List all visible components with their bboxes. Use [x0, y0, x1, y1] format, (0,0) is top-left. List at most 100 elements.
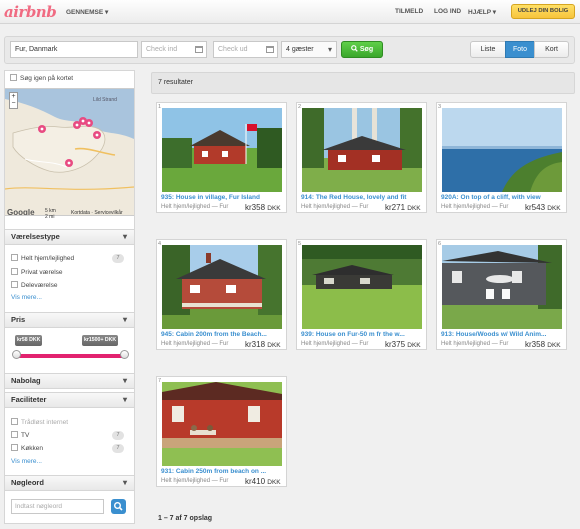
amenities-header[interactable]: Faciliteter	[5, 392, 134, 408]
results-map[interactable]: Lild Strand Google	[5, 88, 134, 216]
keywords-header[interactable]: Nøgleord	[5, 475, 134, 491]
listing-price: kr318 DKK	[245, 340, 281, 349]
location-input[interactable]: Fur, Danmark	[10, 41, 138, 58]
login-link[interactable]: LOG IND	[434, 8, 461, 15]
keyword-input[interactable]: Indtast nøgleord	[11, 499, 104, 514]
keyword-search-button[interactable]	[111, 499, 126, 514]
listing-card[interactable]: 1 935: House in village, Fur Island Helt…	[156, 102, 287, 213]
listing-title[interactable]: 935: House in village, Fur Island	[161, 194, 284, 201]
host-button[interactable]: UDLEJ DIN BOLIG	[511, 4, 575, 19]
amenity-checkbox[interactable]	[11, 431, 18, 438]
room-type-more-link[interactable]: Vis mere...	[11, 294, 42, 301]
listing-title[interactable]: 913: House/Woods w/ Wild Anim...	[441, 331, 564, 338]
search-button[interactable]: Søg	[341, 41, 383, 58]
map-scale-mi: 2 mi	[45, 214, 55, 220]
amenity-count: 7	[112, 431, 124, 440]
room-type-label: Helt hjem/lejlighed	[21, 255, 75, 262]
room-type-checkbox[interactable]	[11, 254, 18, 261]
listing-photo[interactable]	[162, 108, 282, 192]
room-type-count: 7	[112, 254, 124, 263]
listing-card[interactable]: 3 920A: On top of a cliff, with view Hel…	[436, 102, 567, 213]
map-search-label: Søg igen på kortet	[20, 75, 74, 82]
listing-price-value: kr543	[525, 203, 546, 212]
amenity-label: TV	[21, 432, 30, 439]
map-google-logo: Google	[7, 208, 35, 216]
amenity-count: 7	[112, 444, 124, 453]
listing-number: 5	[298, 241, 302, 247]
amenity-option: Trådløst internet	[11, 418, 68, 426]
listing-currency: DKK	[547, 205, 561, 212]
listing-title[interactable]: 931: Cabin 250m from beach on ...	[161, 468, 284, 475]
listing-currency: DKK	[407, 205, 421, 212]
price-max-handle[interactable]	[120, 350, 129, 359]
help-menu[interactable]: HJÆLP ▾	[468, 8, 496, 16]
room-type-label: Deleværelse	[21, 282, 58, 289]
map-pin-icon[interactable]	[93, 131, 101, 139]
pagination-summary: 1 – 7 af 7 opslag	[158, 515, 213, 522]
price-header[interactable]: Pris	[5, 312, 134, 328]
amenity-option[interactable]: Køkken	[11, 444, 43, 452]
listing-title[interactable]: 939: House on Fur-50 m fr the w...	[301, 331, 424, 338]
amenities-more-link[interactable]: Vis mere...	[11, 458, 42, 465]
listing-currency: DKK	[267, 342, 281, 349]
listing-photo[interactable]	[302, 245, 422, 329]
map-pin-icon[interactable]	[65, 159, 73, 167]
map-search-toggle[interactable]: Søg igen på kortet	[10, 74, 73, 82]
listing-title[interactable]: 914: The Red House, lovely and fit	[301, 194, 424, 201]
listing-card[interactable]: 7 931: Cabin 250m from beach on ... Helt…	[156, 376, 287, 487]
price-min-handle[interactable]	[12, 350, 21, 359]
room-type-option[interactable]: Privat værelse	[11, 268, 63, 276]
price-min-label: kr58 DKK	[15, 335, 43, 346]
map-pin-icon[interactable]	[38, 125, 46, 133]
listing-photo[interactable]	[162, 382, 282, 466]
listing-price: kr410 DKK	[245, 477, 281, 486]
listing-currency: DKK	[547, 342, 561, 349]
browse-menu[interactable]: GENNEMSE ▾	[66, 8, 108, 16]
amenity-checkbox[interactable]	[11, 444, 18, 451]
airbnb-logo[interactable]: airbnb	[4, 3, 57, 21]
listing-photo[interactable]	[162, 245, 282, 329]
listing-title[interactable]: 945: Cabin 200m from the Beach...	[161, 331, 284, 338]
room-type-option[interactable]: Helt hjem/lejlighed	[11, 254, 74, 262]
listing-price: kr375 DKK	[385, 340, 421, 349]
top-nav: airbnb GENNEMSE ▾ TILMELD LOG IND HJÆLP …	[0, 0, 580, 24]
listing-card[interactable]: 5 939: House on Fur-50 m fr the w... Hel…	[296, 239, 427, 350]
listing-photo[interactable]	[442, 245, 562, 329]
view-photo-button[interactable]: Foto	[505, 41, 535, 58]
room-type-checkbox[interactable]	[11, 281, 18, 288]
guests-select[interactable]: 4 gæster	[281, 41, 337, 58]
listing-card[interactable]: 4 945: Cabin 200m from the Beach... Helt…	[156, 239, 287, 350]
listing-number: 7	[158, 378, 162, 384]
map-terms-links[interactable]: Kortdata · Servicevilkår	[71, 210, 123, 216]
neighborhood-header[interactable]: Nabolag	[5, 373, 134, 389]
listing-price-value: kr358	[245, 203, 266, 212]
checkout-input[interactable]: Check ud	[213, 41, 278, 58]
map-zoom-control[interactable]: + −	[9, 92, 18, 109]
listing-type: Helt hjem/lejlighed — Fur	[161, 341, 229, 347]
map-pin-icon[interactable]	[85, 119, 93, 127]
listing-type: Helt hjem/lejlighed — Fur	[441, 204, 509, 210]
listing-photo[interactable]	[302, 108, 422, 192]
listing-card[interactable]: 2 914: The Red House, lovely and fit Hel…	[296, 102, 427, 213]
price-max-label: kr1500+ DKK	[82, 335, 119, 346]
room-type-header[interactable]: Værelsestype	[5, 229, 134, 245]
listing-type: Helt hjem/lejlighed — Fur	[161, 204, 229, 210]
amenity-option[interactable]: TV	[11, 431, 29, 439]
checkin-placeholder: Check ind	[146, 46, 178, 53]
listing-title[interactable]: 920A: On top of a cliff, with view	[441, 194, 564, 201]
amenity-label: Køkken	[21, 445, 44, 452]
amenity-checkbox	[11, 418, 18, 425]
room-type-checkbox[interactable]	[11, 268, 18, 275]
checkin-input[interactable]: Check ind	[141, 41, 207, 58]
room-type-option[interactable]: Deleværelse	[11, 281, 58, 289]
price-slider-track[interactable]	[14, 354, 126, 358]
listing-price: kr358 DKK	[245, 203, 281, 212]
signup-link[interactable]: TILMELD	[395, 8, 423, 15]
listing-photo[interactable]	[442, 108, 562, 192]
view-map-button[interactable]: Kort	[534, 41, 569, 58]
listing-price-value: kr271	[385, 203, 406, 212]
view-list-button[interactable]: Liste	[470, 41, 506, 58]
map-search-checkbox[interactable]	[10, 74, 17, 81]
listing-card[interactable]: 6 913: House/Woods w/ Wild Anim... Helt …	[436, 239, 567, 350]
listing-currency: DKK	[407, 342, 421, 349]
